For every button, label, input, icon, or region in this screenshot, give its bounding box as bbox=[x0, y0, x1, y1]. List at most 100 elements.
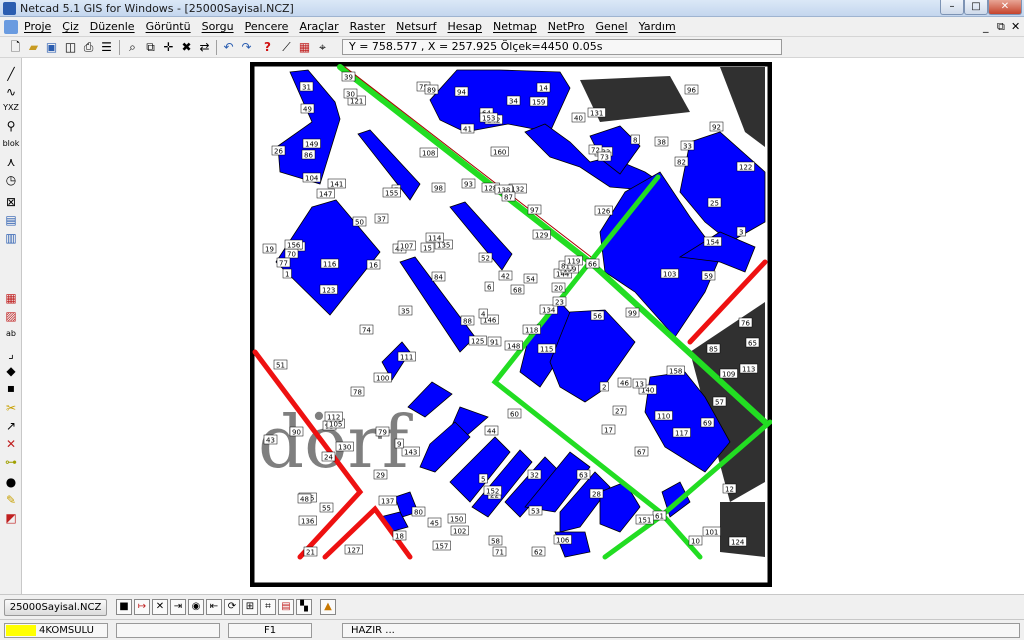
mdi-restore-button[interactable]: ⧉ bbox=[997, 20, 1005, 34]
properties-icon[interactable]: ☰ bbox=[99, 40, 114, 55]
point-label[interactable]: 5 bbox=[481, 476, 485, 484]
point-label[interactable]: 34 bbox=[509, 98, 518, 106]
map-view[interactable]: dörf 14814714614414313113213412112412312… bbox=[250, 62, 772, 587]
point-label[interactable]: 73 bbox=[600, 154, 609, 162]
point-label[interactable]: 50 bbox=[355, 219, 364, 227]
point-label[interactable]: 43 bbox=[266, 437, 275, 445]
help-icon[interactable]: ? bbox=[260, 40, 275, 55]
point-label[interactable]: 131 bbox=[590, 110, 603, 118]
point-label[interactable]: 134 bbox=[542, 307, 556, 315]
menu-pencere[interactable]: Pencere bbox=[245, 20, 289, 33]
open-folder-icon[interactable]: ▰ bbox=[26, 40, 41, 55]
measure-icon[interactable]: ⟋ bbox=[279, 40, 294, 55]
point-label[interactable]: 71 bbox=[495, 549, 504, 557]
save-as-icon[interactable]: ◫ bbox=[63, 40, 78, 55]
point-label[interactable]: 65 bbox=[748, 340, 757, 348]
extend-tool-icon[interactable]: ↗ bbox=[2, 418, 20, 434]
eraser-tool-icon[interactable]: ◩ bbox=[2, 510, 20, 526]
undo-icon[interactable]: ↶ bbox=[221, 40, 236, 55]
point-label[interactable]: 117 bbox=[675, 430, 688, 438]
point-label[interactable]: 10 bbox=[691, 538, 700, 546]
raster-icon[interactable]: ▦ bbox=[297, 40, 312, 55]
new-file-icon[interactable]: 🗋 bbox=[8, 40, 23, 55]
point-label[interactable]: 141 bbox=[330, 181, 343, 189]
point-label[interactable]: 21 bbox=[306, 549, 315, 557]
point-label[interactable]: 77 bbox=[279, 260, 288, 268]
maximize-button[interactable]: □ bbox=[964, 0, 988, 15]
point-label[interactable]: 98 bbox=[434, 185, 443, 193]
point-label[interactable]: 154 bbox=[706, 239, 720, 247]
point-label[interactable]: 97 bbox=[530, 207, 539, 215]
offset-icon[interactable]: ⇥ bbox=[170, 599, 186, 615]
point-label[interactable]: 9 bbox=[397, 441, 401, 449]
point-label[interactable]: 53 bbox=[531, 508, 540, 516]
point-label[interactable]: 136 bbox=[301, 518, 315, 526]
point-label[interactable]: 122 bbox=[739, 164, 752, 172]
point-label[interactable]: 44 bbox=[487, 428, 496, 436]
point-label[interactable]: 152 bbox=[486, 488, 499, 496]
point-label[interactable]: 28 bbox=[592, 491, 601, 499]
move-icon[interactable]: ⇤ bbox=[206, 599, 222, 615]
point-label[interactable]: 13 bbox=[635, 381, 644, 389]
point-label[interactable]: 126 bbox=[597, 208, 611, 216]
point-label[interactable]: 61 bbox=[655, 513, 664, 521]
point-label[interactable]: 84 bbox=[434, 274, 443, 282]
point-label[interactable]: 108 bbox=[422, 150, 435, 158]
point-label[interactable]: 56 bbox=[593, 313, 602, 321]
point-label[interactable]: 110 bbox=[657, 413, 670, 421]
point-label[interactable]: 2 bbox=[602, 384, 606, 392]
point-label[interactable]: 12 bbox=[725, 486, 734, 494]
point-label[interactable]: 151 bbox=[638, 517, 651, 525]
point-label[interactable]: 68 bbox=[513, 287, 522, 295]
point-label[interactable]: 80 bbox=[414, 509, 423, 517]
point-label[interactable]: 89 bbox=[427, 87, 436, 95]
point-label[interactable]: 112 bbox=[327, 414, 340, 422]
point-label[interactable]: 124 bbox=[731, 539, 745, 547]
point-label[interactable]: 30 bbox=[346, 91, 355, 99]
point-label[interactable]: 25 bbox=[710, 200, 719, 208]
zoom-window-icon[interactable]: ⧉ bbox=[143, 40, 158, 55]
point-label[interactable]: 113 bbox=[742, 366, 755, 374]
coord-icon[interactable]: ⌗ bbox=[260, 599, 276, 615]
point-label[interactable]: 127 bbox=[347, 547, 360, 555]
point-label[interactable]: 104 bbox=[305, 175, 319, 183]
point-label[interactable]: 109 bbox=[722, 371, 735, 379]
point-label[interactable]: 18 bbox=[395, 533, 404, 541]
minimize-button[interactable]: – bbox=[940, 0, 964, 15]
point-label[interactable]: 119 bbox=[567, 258, 580, 266]
point-label[interactable]: 123 bbox=[322, 287, 335, 295]
point-label[interactable]: 79 bbox=[378, 429, 387, 437]
close-button[interactable]: ✕ bbox=[988, 0, 1022, 15]
point-label[interactable]: 148 bbox=[507, 343, 520, 351]
point-label[interactable]: 17 bbox=[604, 427, 613, 435]
point-label[interactable]: 114 bbox=[428, 235, 442, 243]
menu-hesap[interactable]: Hesap bbox=[448, 20, 483, 33]
box-tool-icon[interactable]: ⊠ bbox=[2, 194, 20, 210]
point-label[interactable]: 87 bbox=[504, 194, 513, 202]
point-label[interactable]: 115 bbox=[540, 346, 553, 354]
point-label[interactable]: 121 bbox=[350, 98, 363, 106]
point-label[interactable]: 78 bbox=[353, 389, 362, 397]
point-label[interactable]: 54 bbox=[526, 276, 535, 284]
mdi-minimize-button[interactable]: _ bbox=[983, 20, 989, 33]
rotate-icon[interactable]: ⟳ bbox=[224, 599, 240, 615]
snap-icon[interactable]: ◉ bbox=[188, 599, 204, 615]
menu-raster[interactable]: Raster bbox=[350, 20, 385, 33]
point-label[interactable]: 86 bbox=[304, 152, 313, 160]
point-label[interactable]: 66 bbox=[588, 261, 597, 269]
point-label[interactable]: 27 bbox=[615, 408, 624, 416]
point-label[interactable]: 149 bbox=[305, 141, 318, 149]
split-icon[interactable]: ✕ bbox=[152, 599, 168, 615]
menu-netmap[interactable]: Netmap bbox=[493, 20, 537, 33]
point-label[interactable]: 135 bbox=[437, 242, 450, 250]
stop-icon[interactable]: ■ bbox=[116, 599, 132, 615]
point-label[interactable]: 88 bbox=[463, 318, 472, 326]
point-label[interactable]: 23 bbox=[555, 299, 564, 307]
print-icon[interactable]: ⎙ bbox=[81, 40, 96, 55]
point-label[interactable]: 37 bbox=[377, 216, 386, 224]
measure-distance-icon[interactable]: ⊶ bbox=[2, 454, 20, 470]
point-label[interactable]: 20 bbox=[554, 285, 563, 293]
point-label[interactable]: 29 bbox=[376, 472, 385, 480]
point-label[interactable]: 116 bbox=[323, 261, 337, 269]
point-label[interactable]: 46 bbox=[620, 380, 629, 388]
